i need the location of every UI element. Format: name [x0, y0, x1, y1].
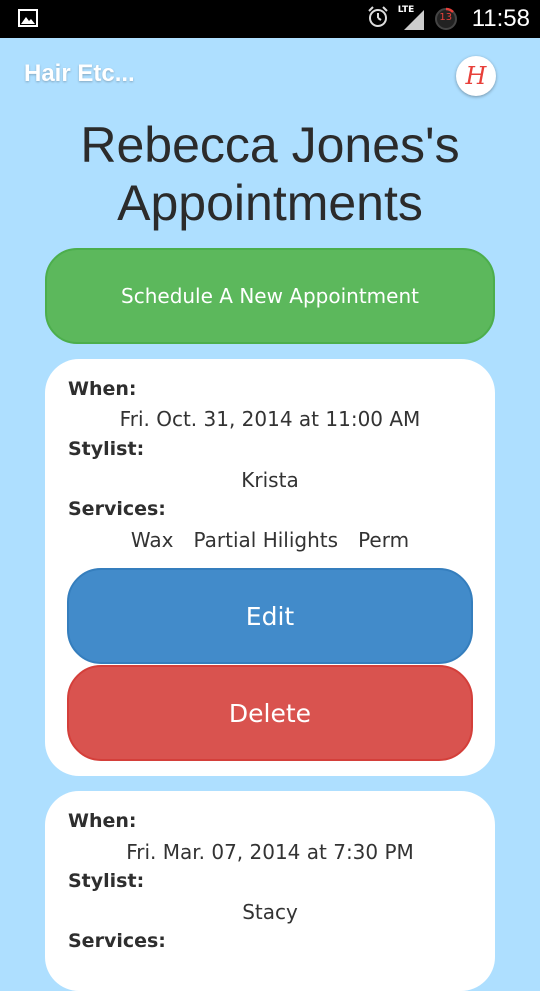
- network-label: LTE: [397, 5, 415, 15]
- stylist-label: Stylist:: [68, 870, 145, 892]
- page-title-line1: Rebecca Jones's: [80, 117, 460, 173]
- logo-letter: H: [465, 62, 487, 90]
- appointment-card: When: Fri. Oct. 31, 2014 at 11:00 AM Sty…: [45, 359, 495, 776]
- services-label: Services:: [68, 930, 166, 952]
- services-list: Wax Partial Hilights Perm: [45, 528, 495, 552]
- app-title[interactable]: Hair Etc...: [24, 60, 135, 88]
- appointment-stylist: Stacy: [242, 900, 298, 924]
- edit-button[interactable]: Edit: [67, 568, 473, 664]
- stylist-label: Stylist:: [68, 438, 145, 460]
- clock: 11:58: [471, 5, 530, 32]
- service-item: Wax: [130, 528, 174, 552]
- page-title: Rebecca Jones's Appointments: [0, 116, 540, 232]
- when-label: When:: [68, 810, 137, 832]
- delete-button[interactable]: Delete: [67, 665, 473, 761]
- appointment-stylist: Krista: [241, 468, 299, 492]
- service-item: Partial Hilights: [193, 528, 339, 552]
- appointment-when: Fri. Mar. 07, 2014 at 7:30 PM: [126, 840, 414, 864]
- image-icon: [18, 9, 38, 27]
- schedule-appointment-button[interactable]: Schedule A New Appointment: [45, 248, 495, 344]
- logo[interactable]: H: [456, 56, 496, 96]
- when-label: When:: [68, 378, 137, 400]
- alarm-icon: [366, 5, 390, 33]
- status-bar: LTE 13 11:58: [0, 0, 540, 38]
- status-icons: LTE 13 11:58: [366, 0, 530, 38]
- battery-level: 13: [439, 12, 453, 23]
- battery-icon: 13: [434, 7, 458, 31]
- appointment-card: When: Fri. Mar. 07, 2014 at 7:30 PM Styl…: [45, 791, 495, 991]
- service-item: Perm: [358, 528, 410, 552]
- signal-icon: LTE: [397, 5, 426, 32]
- services-label: Services:: [68, 498, 166, 520]
- appointment-when: Fri. Oct. 31, 2014 at 11:00 AM: [119, 407, 421, 431]
- page-title-line2: Appointments: [117, 175, 423, 231]
